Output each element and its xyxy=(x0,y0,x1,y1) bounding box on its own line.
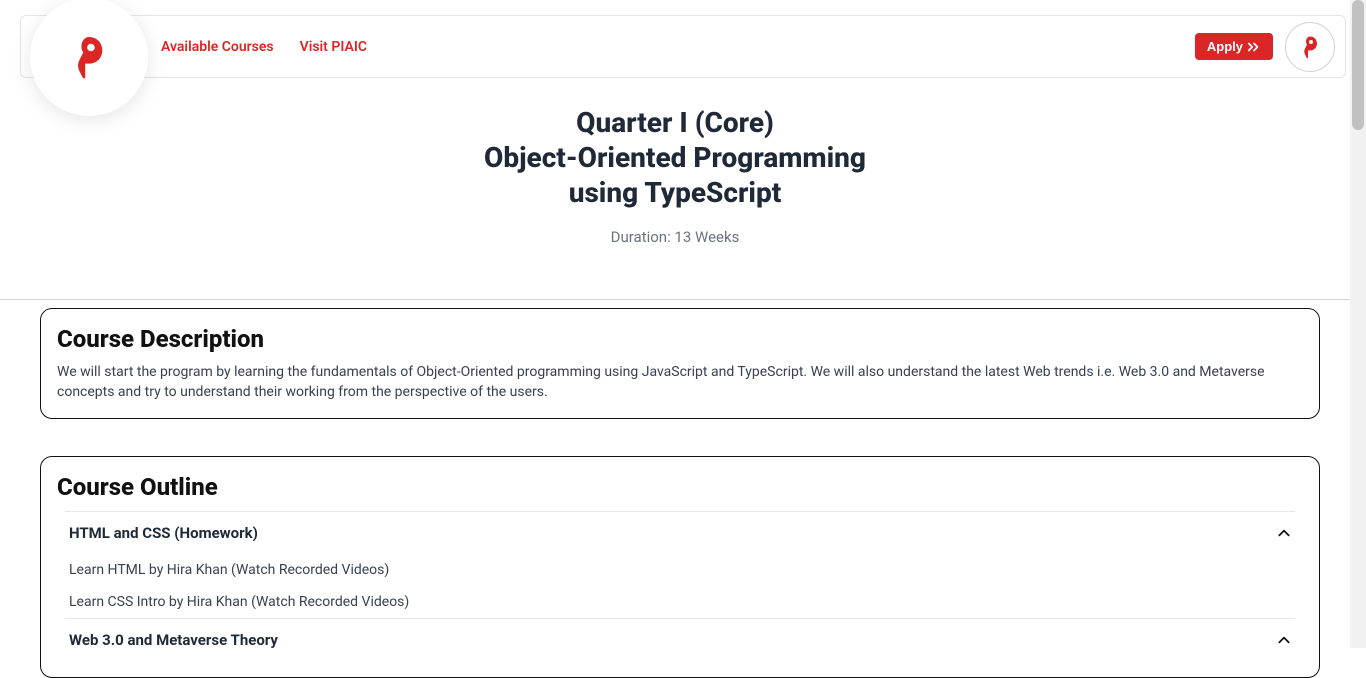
outline-item[interactable]: Learn HTML by Hira Khan (Watch Recorded … xyxy=(65,554,1295,586)
scrollbar-thumb[interactable] xyxy=(1352,0,1364,130)
apply-button-label: Apply xyxy=(1207,39,1243,54)
outline-section-header[interactable]: HTML and CSS (Homework) xyxy=(65,511,1295,554)
navbar: Available Courses Visit PIAIC Apply xyxy=(20,15,1346,78)
title-line-1: Quarter I (Core) xyxy=(576,106,774,139)
panaverse-logo-small-icon xyxy=(1300,34,1320,60)
apply-button[interactable]: Apply xyxy=(1195,33,1273,60)
page-title: Quarter I (Core) Object-Oriented Program… xyxy=(0,105,1350,210)
nav-link-courses[interactable]: Available Courses xyxy=(161,39,274,55)
outline-item[interactable]: Learn CSS Intro by Hira Khan (Watch Reco… xyxy=(65,586,1295,618)
outline-section-header[interactable]: Web 3.0 and Metaverse Theory xyxy=(65,618,1295,661)
scrollbar-track[interactable] xyxy=(1350,0,1366,648)
description-body: We will start the program by learning th… xyxy=(57,363,1303,402)
outline-section-title: Web 3.0 and Metaverse Theory xyxy=(69,631,278,649)
chevron-up-icon xyxy=(1277,526,1291,540)
primary-logo[interactable] xyxy=(30,0,148,116)
hero-section: Quarter I (Core) Object-Oriented Program… xyxy=(0,105,1350,246)
chevron-up-icon xyxy=(1277,633,1291,647)
duration-text: Duration: 13 Weeks xyxy=(0,228,1350,246)
nav-link-piaic[interactable]: Visit PIAIC xyxy=(300,39,367,55)
section-divider xyxy=(0,299,1350,300)
outline-section-title: HTML and CSS (Homework) xyxy=(69,524,258,542)
course-outline-card: Course Outline HTML and CSS (Homework) L… xyxy=(40,456,1320,678)
title-line-3: using TypeScript xyxy=(569,176,782,209)
description-heading: Course Description xyxy=(57,325,1303,353)
outline-heading: Course Outline xyxy=(57,473,1303,501)
chevron-double-right-icon xyxy=(1247,41,1261,53)
course-description-card: Course Description We will start the pro… xyxy=(40,308,1320,419)
secondary-logo-button[interactable] xyxy=(1285,22,1335,72)
panaverse-logo-icon xyxy=(70,33,108,81)
title-line-2: Object-Oriented Programming xyxy=(484,141,866,174)
outline-list: HTML and CSS (Homework) Learn HTML by Hi… xyxy=(57,511,1303,661)
